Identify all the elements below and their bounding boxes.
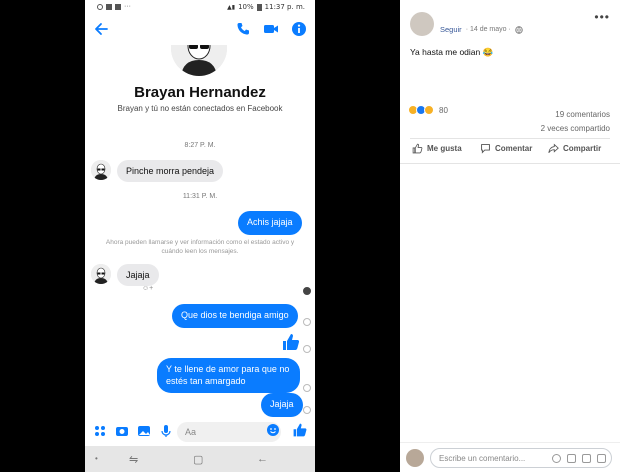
- contact-avatar-small: [91, 264, 111, 284]
- author-avatar[interactable]: [410, 12, 434, 36]
- screenshot-canvas: ··· ▲▮ 10% 11:37 p. m. Brayan Hernandez …: [0, 0, 620, 472]
- back-arrow-icon[interactable]: [93, 21, 111, 39]
- post-text: Ya hasta me odian 😂: [410, 47, 494, 57]
- seen-avatar-icon: [303, 287, 311, 295]
- post-date: · 14 de mayo ·: [465, 26, 511, 33]
- like-icon: [412, 143, 423, 154]
- emoji-icon[interactable]: [266, 423, 280, 437]
- follow-link[interactable]: Seguir: [440, 25, 462, 34]
- add-reaction-icon[interactable]: ☺+: [142, 285, 153, 292]
- reaction-count: 80: [439, 105, 448, 115]
- info-note: Ahora pueden llamarse y ver información …: [105, 239, 295, 256]
- share-icon: [548, 143, 559, 154]
- back-nav-icon[interactable]: ←: [257, 453, 268, 465]
- outgoing-message[interactable]: Que dios te bendiga amigo: [172, 304, 298, 328]
- facebook-post-screen: Seguir · 14 de mayo · ••• Ya hasta me od…: [400, 0, 620, 472]
- post-stats: 19 comentarios 2 veces compartido: [541, 108, 610, 136]
- contact-avatar-small: [91, 160, 111, 180]
- divider: [410, 138, 610, 139]
- microphone-icon[interactable]: [159, 424, 173, 438]
- reactions-summary[interactable]: 80: [408, 105, 448, 115]
- emoji-icon[interactable]: [552, 454, 561, 463]
- incoming-message[interactable]: Pinche morra pendeja: [117, 160, 224, 182]
- timestamp: 11:31 P. M.: [182, 193, 218, 200]
- share-count[interactable]: 2 veces compartido: [541, 122, 610, 136]
- outgoing-message[interactable]: Jajaja: [261, 393, 303, 417]
- comment-icon: [481, 144, 490, 154]
- thumbs-up-icon[interactable]: [292, 422, 308, 438]
- outgoing-message[interactable]: Achis jajaja: [238, 211, 302, 235]
- camera-icon[interactable]: [567, 454, 576, 463]
- battery-percent: 10%: [238, 3, 254, 11]
- home-icon[interactable]: ▢: [193, 453, 203, 466]
- like-button[interactable]: Me gusta: [412, 143, 462, 154]
- message-composer: Aa: [85, 418, 315, 446]
- thumbs-up-sent-icon: [283, 334, 300, 350]
- notification-icon: [115, 3, 121, 10]
- header-actions: [235, 21, 307, 37]
- wow-reaction-icon: [424, 105, 434, 115]
- more-options-icon[interactable]: •••: [594, 10, 610, 24]
- battery-icon: [256, 3, 262, 11]
- gif-icon[interactable]: [582, 454, 591, 463]
- timestamp: 8:27 P. M.: [184, 142, 216, 149]
- info-icon[interactable]: [291, 21, 307, 37]
- gallery-icon: [106, 3, 112, 10]
- video-icon[interactable]: [263, 21, 279, 37]
- sync-icon: [97, 3, 103, 10]
- sent-check-icon: [303, 406, 311, 414]
- incoming-message[interactable]: Jajaja: [117, 264, 159, 286]
- android-nav-bar: • ⇋ ▢ ←: [85, 446, 315, 472]
- comment-label: Comentar: [495, 144, 533, 153]
- nav-dot-icon[interactable]: •: [95, 454, 98, 463]
- sent-check-icon: [303, 318, 311, 326]
- phone-icon[interactable]: [235, 21, 251, 37]
- apps-grid-icon[interactable]: [93, 424, 107, 438]
- signal-icon: ▲▮: [227, 3, 236, 11]
- recents-icon[interactable]: ⇋: [129, 453, 138, 466]
- more-dots-icon: ···: [124, 3, 131, 10]
- connection-status: Brayan y tú no están conectados en Faceb…: [117, 104, 283, 113]
- globe-icon: [515, 25, 523, 34]
- status-bar: ··· ▲▮ 10% 11:37 p. m.: [85, 0, 315, 15]
- viewer-avatar: [406, 449, 424, 467]
- comment-tools: [552, 454, 606, 463]
- post-actions: Me gusta Comentar Compartir: [400, 143, 620, 157]
- divider: [400, 163, 620, 164]
- image-icon[interactable]: [137, 424, 151, 438]
- sticker-icon[interactable]: [597, 454, 606, 463]
- messenger-screen: ··· ▲▮ 10% 11:37 p. m. Brayan Hernandez …: [85, 0, 315, 472]
- share-label: Compartir: [563, 144, 602, 153]
- post-meta: Seguir · 14 de mayo ·: [440, 25, 523, 34]
- clock: 11:37 p. m.: [264, 3, 305, 11]
- camera-icon[interactable]: [115, 424, 129, 438]
- like-label: Me gusta: [427, 144, 462, 153]
- sent-check-icon: [303, 384, 311, 392]
- sent-check-icon: [303, 345, 311, 353]
- contact-name: Brayan Hernandez: [134, 84, 266, 101]
- comment-button[interactable]: Comentar: [480, 143, 532, 154]
- comment-composer: Escribe un comentario...: [400, 442, 620, 472]
- conversation-header: [85, 15, 315, 45]
- status-icons-left: ···: [97, 3, 131, 10]
- share-button[interactable]: Compartir: [548, 143, 601, 154]
- outgoing-message[interactable]: Y te llene de amor para que no estés tan…: [157, 358, 300, 394]
- comment-count[interactable]: 19 comentarios: [541, 108, 610, 122]
- status-icons-right: ▲▮ 10% 11:37 p. m.: [227, 3, 305, 11]
